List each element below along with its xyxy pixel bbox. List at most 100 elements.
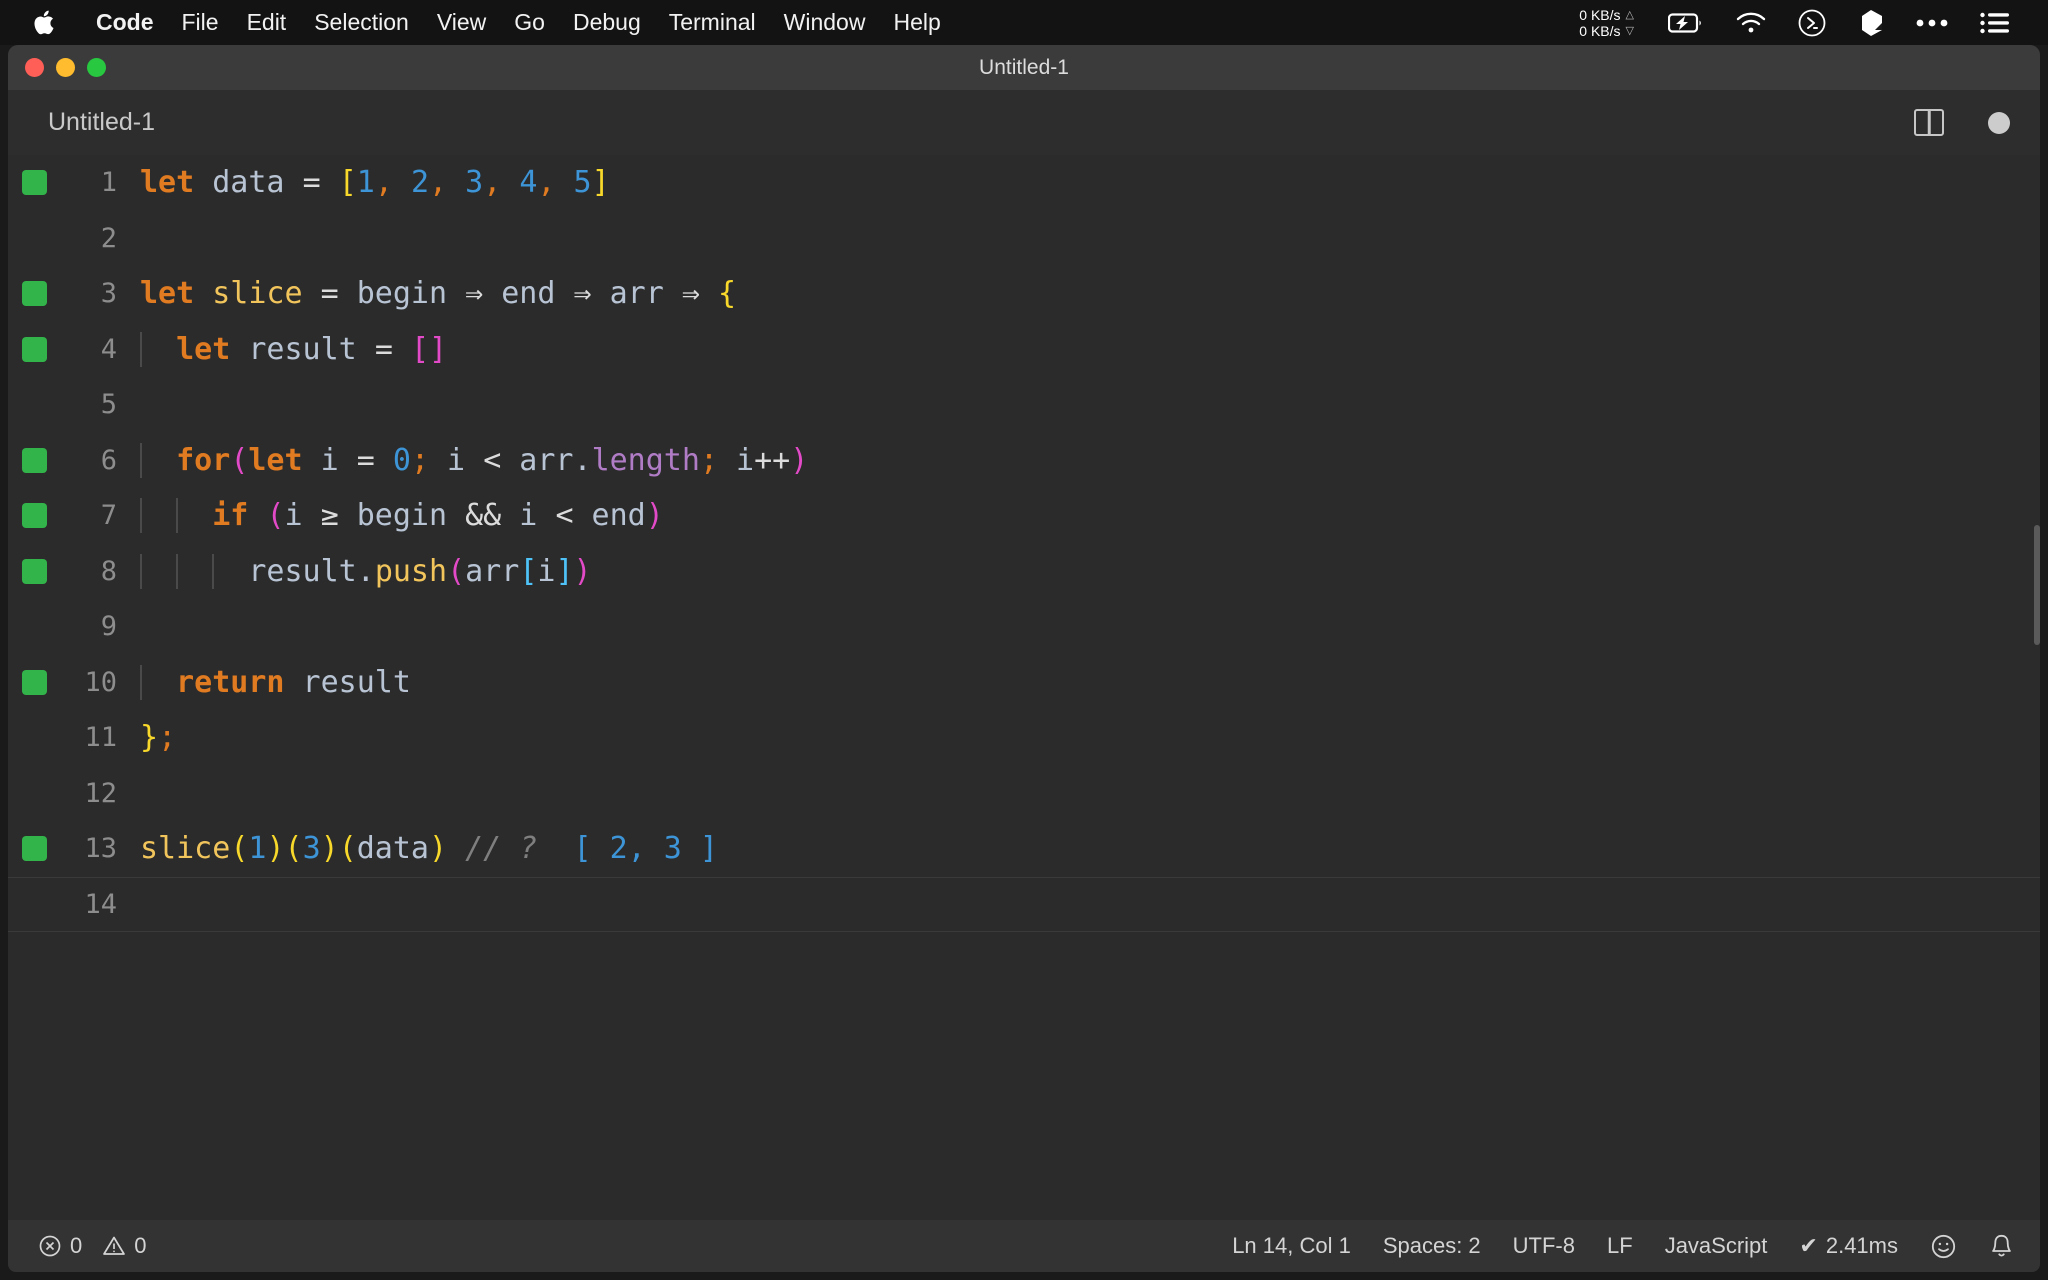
timing-item[interactable]: ✔ 2.41ms [1799,1233,1898,1259]
apple-logo-icon[interactable] [32,10,54,36]
code-token: ⇒ [465,276,484,312]
code-line-content[interactable]: return result [135,664,2040,700]
unsaved-changes-dot[interactable] [1988,111,2010,134]
code-token: ≥ [320,498,339,534]
breakpoint-marker[interactable] [8,558,60,584]
code-line-content[interactable]: if (i ≥ begin && i < end) [135,498,2040,534]
code-line-content[interactable]: let data = [1, 2, 3, 4, 5] [135,165,2040,200]
code-token: i [718,442,755,478]
code-token: i [284,498,321,534]
code-line[interactable]: 10 return result [8,655,2040,711]
cursor-position-item[interactable]: Ln 14, Col 1 [1232,1233,1351,1259]
ellipsis-icon[interactable] [1916,18,1948,28]
code-token: [] [410,331,448,367]
menu-item-edit[interactable]: Edit [233,0,301,45]
notifications-bell-icon[interactable] [1989,1233,2014,1260]
terminal-icon[interactable] [1798,9,1826,37]
breakpoint-marker[interactable] [8,669,60,695]
list-menu-icon[interactable] [1980,12,2010,34]
code-token: if [212,498,249,534]
code-line-content[interactable]: slice(1)(3)(data) // ? [ 2, 3 ] [135,831,2040,866]
code-token: 4 [519,165,538,201]
minimize-button[interactable] [56,58,75,77]
code-token: ) [790,442,809,478]
menu-item-view[interactable]: View [423,0,500,45]
menu-item-go[interactable]: Go [500,0,559,45]
code-token: ⇒ [681,276,700,312]
code-editor[interactable]: 1 let data = [1, 2, 3, 4, 5] 2 3 let slice =… [8,155,2040,1220]
code-line[interactable]: 13 slice(1)(3)(data) // ? [ 2, 3 ] [8,821,2040,877]
network-arrows-icon: △ ▽ [1625,8,1634,37]
wifi-icon[interactable] [1736,12,1766,34]
code-token: end [483,276,574,312]
close-button[interactable] [25,58,44,77]
code-line[interactable]: 4 let result = [] [8,322,2040,378]
encoding-item[interactable]: UTF-8 [1513,1233,1575,1259]
code-line[interactable]: 11}; [8,710,2040,766]
line-number: 1 [100,167,117,199]
code-token: { [718,276,737,312]
menu-item-code[interactable]: Code [82,0,168,45]
code-token: ] [555,553,574,589]
editor-actions [1914,109,2010,136]
code-token: begin [338,498,466,534]
indent-guide [140,553,142,589]
breakpoint-marker[interactable] [8,336,60,362]
breakpoint-marker[interactable] [8,281,60,307]
code-token: ] [591,165,610,201]
network-speed-indicator[interactable]: 0 KB/s 0 KB/s △ ▽ [1579,7,1634,39]
indent-guide [140,498,142,534]
code-line-content[interactable]: for(let i = 0; i < arr.length; i++) [135,442,2040,478]
indent-guide [176,553,178,589]
editor-filename-label[interactable]: Untitled-1 [48,108,155,137]
code-line-content[interactable]: }; [135,720,2040,755]
menu-item-selection[interactable]: Selection [300,0,423,45]
code-line[interactable]: 5 [8,377,2040,433]
code-token: arr [501,442,574,478]
code-token: ) [266,831,285,867]
breakpoint-marker[interactable] [8,836,60,862]
breakpoint-marker[interactable] [8,170,60,196]
menu-item-help[interactable]: Help [879,0,954,45]
language-mode-item[interactable]: JavaScript [1665,1233,1768,1259]
traffic-lights [25,58,106,77]
menu-item-file[interactable]: File [168,0,233,45]
error-count-item[interactable]: 0 0 [38,1233,147,1259]
battery-charging-icon[interactable] [1668,12,1704,33]
network-download-speed: 0 KB/s [1579,22,1621,39]
line-ending-item[interactable]: LF [1607,1233,1633,1259]
code-line[interactable]: 14 [8,876,2040,932]
split-editor-icon[interactable] [1914,109,1944,136]
menu-item-debug[interactable]: Debug [559,0,655,45]
code-token: . [356,553,375,589]
indentation-item[interactable]: Spaces: 2 [1383,1233,1481,1259]
dropbox-icon[interactable] [1858,9,1884,37]
feedback-smiley-icon[interactable] [1930,1233,1957,1260]
code-line[interactable]: 3 let slice = begin ⇒ end ⇒ arr ⇒ { [8,266,2040,322]
code-line-content[interactable]: let slice = begin ⇒ end ⇒ arr ⇒ { [135,276,2040,311]
code-line[interactable]: 7 if (i ≥ begin && i < end) [8,488,2040,544]
line-number: 11 [84,722,117,754]
code-line[interactable]: 2 [8,211,2040,267]
editor-scrollbar[interactable] [2034,525,2040,645]
menu-item-terminal[interactable]: Terminal [655,0,770,45]
maximize-button[interactable] [87,58,106,77]
menu-item-window[interactable]: Window [770,0,880,45]
breakpoint-marker[interactable] [8,503,60,529]
code-line-content[interactable]: result.push(arr[i]) [135,553,2040,589]
code-token: = [302,165,321,201]
code-line[interactable]: 12 [8,766,2040,822]
code-line-content[interactable]: let result = [] [135,331,2040,367]
code-token: 3 [302,831,321,867]
code-token: let [248,442,303,478]
code-token: 0 [392,442,411,478]
code-line[interactable]: 9 [8,599,2040,655]
breakpoint-marker[interactable] [8,447,60,473]
code-line[interactable]: 6 for(let i = 0; i < arr.length; i++) [8,433,2040,489]
code-line[interactable]: 8 result.push(arr[i]) [8,544,2040,600]
code-token: i [429,442,484,478]
code-line[interactable]: 1 let data = [1, 2, 3, 4, 5] [8,155,2040,211]
line-number: 7 [100,500,117,532]
code-token: ++ [754,442,791,478]
